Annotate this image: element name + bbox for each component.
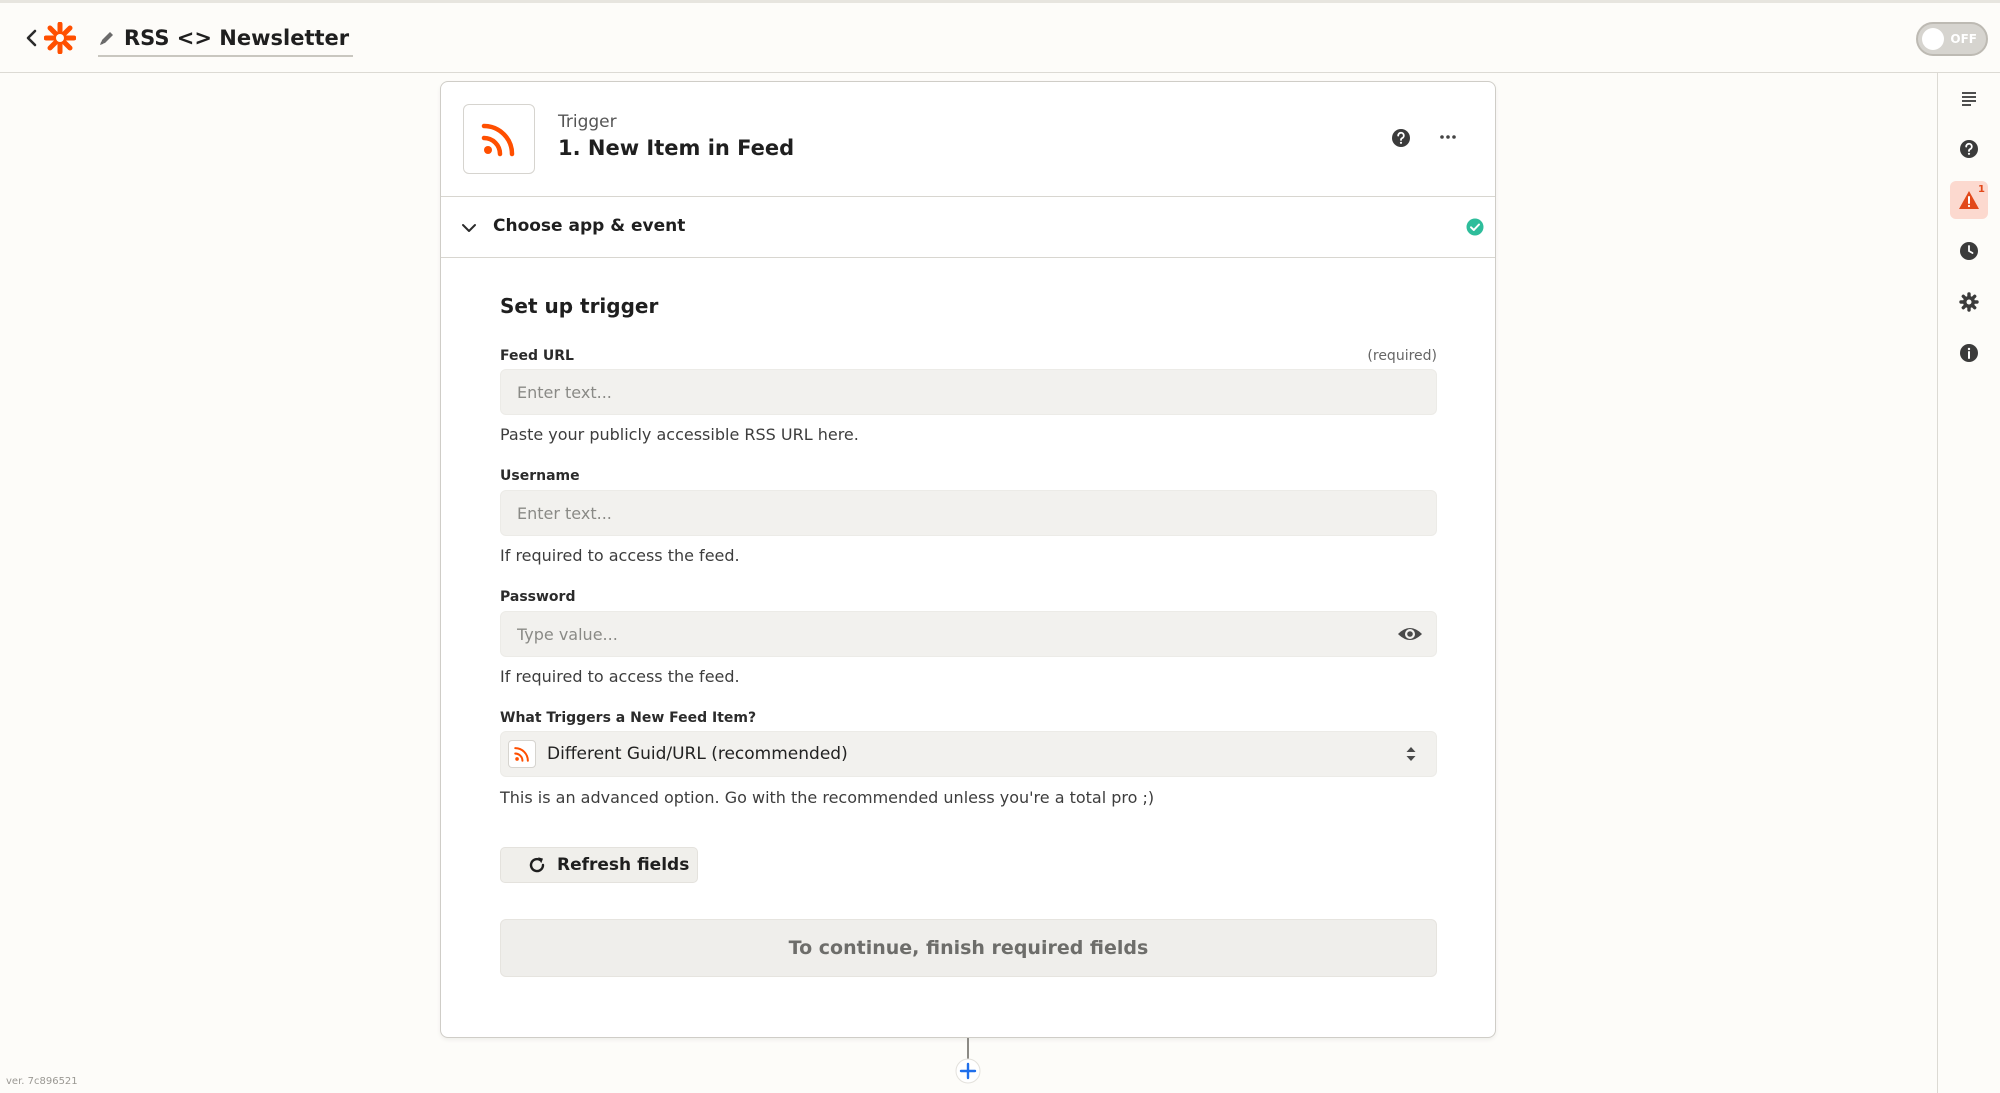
header-bar: RSS <> Newsletter OFF — [0, 3, 2000, 73]
password-label: Password — [500, 589, 576, 605]
rss-icon — [481, 123, 515, 157]
sort-arrows-icon — [1403, 744, 1419, 764]
continue-label: To continue, finish required fields — [788, 937, 1149, 959]
sidebar-alerts-button[interactable]: 1 — [1950, 181, 1988, 219]
step-connector-line — [967, 1038, 969, 1060]
add-step-button[interactable] — [955, 1058, 981, 1084]
feed-url-input[interactable] — [500, 369, 1437, 415]
trigger-step-card: Trigger 1. New Item in Feed Choose app &… — [440, 81, 1496, 1038]
trigger-type-select[interactable]: Different Guid/URL (recommended) — [500, 731, 1437, 777]
version-label: ver. 7c896521 — [6, 1076, 78, 1087]
trigger-type-help: This is an advanced option. Go with the … — [500, 788, 1155, 807]
refresh-fields-button[interactable]: Refresh fields — [500, 847, 698, 883]
right-sidebar: 1 — [1937, 73, 2000, 1093]
choose-app-event-section[interactable]: Choose app & event — [441, 197, 1495, 258]
refresh-icon — [529, 857, 545, 873]
zap-title[interactable]: RSS <> Newsletter — [98, 21, 354, 57]
clock-icon — [1960, 242, 1978, 260]
refresh-fields-label: Refresh fields — [557, 855, 690, 875]
list-icon — [1962, 92, 1976, 106]
sidebar-outline-button[interactable] — [1950, 79, 1988, 117]
question-circle-icon — [1392, 129, 1410, 147]
sidebar-history-button[interactable] — [1950, 232, 1988, 270]
continue-button[interactable]: To continue, finish required fields — [500, 919, 1437, 977]
warning-icon — [1959, 191, 1979, 209]
toggle-label: OFF — [1950, 32, 1977, 46]
sidebar-details-button[interactable] — [1950, 334, 1988, 372]
step-header: Trigger 1. New Item in Feed — [441, 82, 1495, 197]
form-title: Set up trigger — [500, 294, 659, 318]
username-label: Username — [500, 468, 580, 484]
toggle-knob — [1922, 28, 1944, 50]
sidebar-settings-button[interactable] — [1950, 283, 1988, 321]
section-label: Choose app & event — [493, 216, 686, 236]
feed-url-help: Paste your publicly accessible RSS URL h… — [500, 425, 859, 444]
back-button[interactable] — [18, 23, 46, 53]
ellipsis-icon — [1440, 135, 1456, 139]
zap-title-text: RSS <> Newsletter — [124, 26, 350, 50]
trigger-type-selected: Different Guid/URL (recommended) — [547, 744, 848, 764]
alert-count-badge: 1 — [1978, 184, 1985, 195]
required-indicator: (required) — [1367, 348, 1437, 364]
password-help: If required to access the feed. — [500, 667, 740, 686]
gear-icon — [1959, 292, 1979, 312]
username-help: If required to access the feed. — [500, 546, 740, 565]
step-title[interactable]: 1. New Item in Feed — [558, 136, 794, 160]
chevron-down-icon — [459, 218, 479, 238]
eye-icon[interactable] — [1396, 624, 1424, 644]
question-circle-icon — [1960, 140, 1978, 158]
plus-icon — [955, 1058, 981, 1084]
zap-on-off-toggle[interactable]: OFF — [1916, 22, 1988, 56]
info-icon — [1960, 344, 1978, 362]
step-kicker: Trigger — [558, 112, 617, 132]
username-input[interactable] — [500, 490, 1437, 536]
zapier-logo-icon[interactable] — [43, 21, 77, 55]
password-input[interactable] — [500, 611, 1437, 657]
rss-option-icon — [508, 740, 536, 768]
trigger-type-label: What Triggers a New Feed Item? — [500, 710, 757, 726]
feed-url-label: Feed URL — [500, 348, 574, 364]
more-options-button[interactable] — [1436, 128, 1460, 148]
help-button[interactable] — [1391, 128, 1411, 148]
sidebar-help-button[interactable] — [1950, 130, 1988, 168]
pencil-icon — [100, 32, 113, 45]
check-circle-icon — [1466, 218, 1484, 236]
chevron-left-icon — [26, 29, 37, 47]
rss-app-icon — [463, 104, 535, 174]
